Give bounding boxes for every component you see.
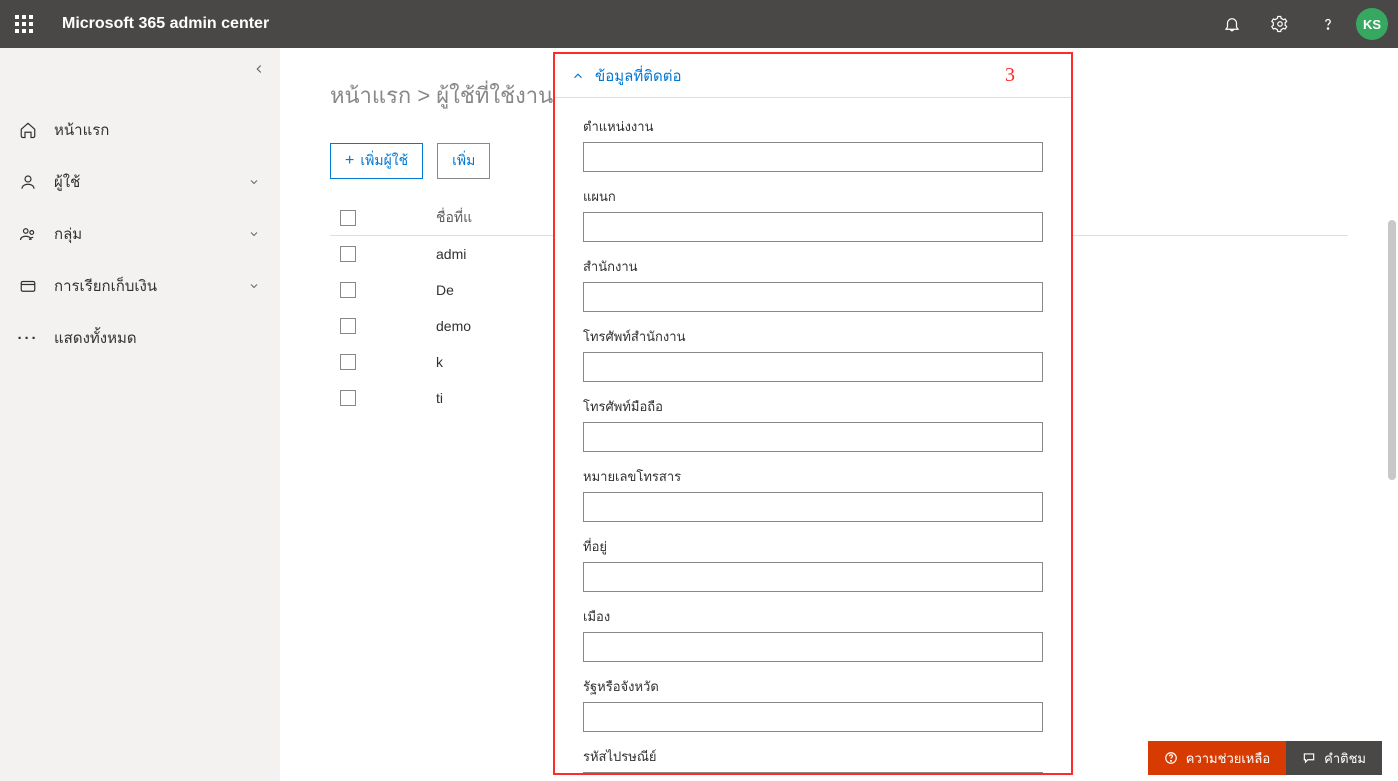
contact-info-panel: ข้อมูลที่ติดต่อ 3 ตำแหน่งงาน แผนก สำนักง… xyxy=(553,52,1073,775)
nav-show-all[interactable]: ··· แสดงทั้งหมด xyxy=(0,312,280,364)
nav-users[interactable]: ผู้ใช้ xyxy=(0,156,280,208)
home-icon xyxy=(18,120,38,140)
groups-icon xyxy=(18,224,38,244)
row-checkbox[interactable] xyxy=(340,354,356,370)
label-address: ที่อยู่ xyxy=(583,536,1043,557)
label-fax: หมายเลขโทรสาร xyxy=(583,466,1043,487)
panel-header: ข้อมูลที่ติดต่อ 3 xyxy=(555,54,1071,98)
input-job-title[interactable] xyxy=(583,142,1043,172)
nav-billing-label: การเรียกเก็บเงิน xyxy=(54,274,157,298)
panel-title: ข้อมูลที่ติดต่อ xyxy=(595,64,681,88)
select-all-checkbox[interactable] xyxy=(340,210,356,226)
need-help-label: ความช่วยเหลือ xyxy=(1186,748,1270,769)
input-city[interactable] xyxy=(583,632,1043,662)
row-checkbox[interactable] xyxy=(340,246,356,262)
account-avatar[interactable]: KS xyxy=(1356,8,1388,40)
label-office-phone: โทรศัพท์สำนักงาน xyxy=(583,326,1043,347)
left-sidebar: หน้าแรก ผู้ใช้ กลุ่ม การเรียกเก็บเงิน xyxy=(0,48,280,781)
nav-home[interactable]: หน้าแรก xyxy=(0,104,280,156)
chevron-down-icon xyxy=(248,280,260,292)
help-feedback-bar: ความช่วยเหลือ คำติชม xyxy=(1148,741,1382,775)
label-city: เมือง xyxy=(583,606,1043,627)
add-user-button[interactable]: + เพิ่มผู้ใช้ xyxy=(330,143,423,179)
row-checkbox[interactable] xyxy=(340,282,356,298)
label-office: สำนักงาน xyxy=(583,256,1043,277)
app-title: Microsoft 365 admin center xyxy=(62,15,269,33)
row-name: k xyxy=(436,354,443,370)
label-mobile-phone: โทรศัพท์มือถือ xyxy=(583,396,1043,417)
notifications-icon[interactable] xyxy=(1208,0,1256,48)
input-department[interactable] xyxy=(583,212,1043,242)
plus-icon: + xyxy=(345,153,354,169)
scrollbar[interactable] xyxy=(1388,220,1396,480)
row-checkbox[interactable] xyxy=(340,390,356,406)
add-user-label: เพิ่มผู้ใช้ xyxy=(360,150,408,172)
feedback-label: คำติชม xyxy=(1324,748,1366,769)
row-name: demo xyxy=(436,318,471,334)
ellipsis-icon: ··· xyxy=(18,328,38,348)
chevron-down-icon xyxy=(248,228,260,240)
row-name: De xyxy=(436,282,454,298)
label-department: แผนก xyxy=(583,186,1043,207)
label-job-title: ตำแหน่งงาน xyxy=(583,116,1043,137)
nav-home-label: หน้าแรก xyxy=(54,118,109,142)
nav-billing[interactable]: การเรียกเก็บเงิน xyxy=(0,260,280,312)
nav-users-label: ผู้ใช้ xyxy=(54,170,80,194)
col-name: ชื่อที่แ xyxy=(436,207,472,229)
collapse-section-icon[interactable] xyxy=(571,69,585,83)
row-name: ti xyxy=(436,390,443,406)
row-name: admi xyxy=(436,246,466,262)
nav-groups-label: กลุ่ม xyxy=(54,222,82,246)
row-checkbox[interactable] xyxy=(340,318,356,334)
annotation-3: 3 xyxy=(1005,64,1015,87)
label-postal: รหัสไปรษณีย์ xyxy=(583,746,1043,767)
input-mobile-phone[interactable] xyxy=(583,422,1043,452)
feedback-button[interactable]: คำติชม xyxy=(1286,741,1382,775)
help-icon[interactable] xyxy=(1304,0,1352,48)
billing-icon xyxy=(18,276,38,296)
nav-show-all-label: แสดงทั้งหมด xyxy=(54,326,137,350)
input-state[interactable] xyxy=(583,702,1043,732)
chevron-down-icon xyxy=(248,176,260,188)
app-launcher-icon[interactable] xyxy=(0,0,48,48)
input-office-phone[interactable] xyxy=(583,352,1043,382)
input-address[interactable] xyxy=(583,562,1043,592)
settings-icon[interactable] xyxy=(1256,0,1304,48)
add-multi-button[interactable]: เพิ่ม xyxy=(437,143,490,179)
label-state: รัฐหรือจังหวัด xyxy=(583,676,1043,697)
add-multi-label: เพิ่ม xyxy=(452,150,475,172)
collapse-sidebar-icon[interactable] xyxy=(252,62,266,76)
user-icon xyxy=(18,172,38,192)
nav-groups[interactable]: กลุ่ม xyxy=(0,208,280,260)
need-help-button[interactable]: ความช่วยเหลือ xyxy=(1148,741,1286,775)
input-postal[interactable] xyxy=(583,772,1043,773)
top-header: Microsoft 365 admin center KS xyxy=(0,0,1398,48)
input-fax[interactable] xyxy=(583,492,1043,522)
input-office[interactable] xyxy=(583,282,1043,312)
